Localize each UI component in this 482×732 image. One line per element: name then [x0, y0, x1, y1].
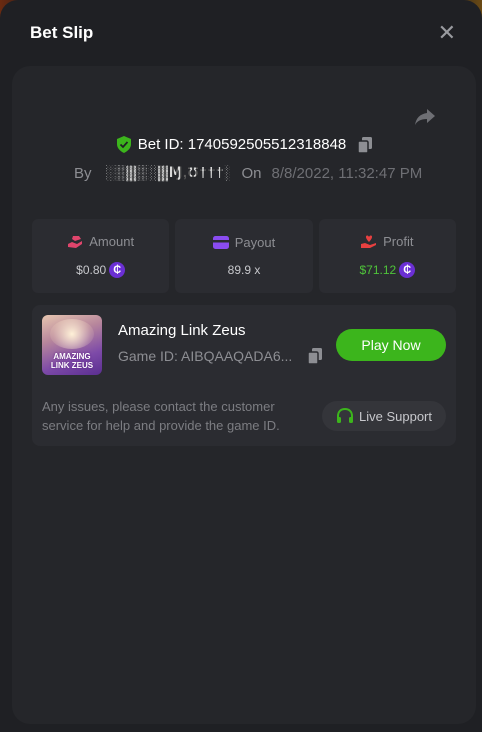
bet-details-panel: Bet ID: 1740592505512318848 By ░▒▓▒░▓Ɱ,Ʊ…: [12, 66, 476, 724]
on-label: On: [241, 164, 262, 182]
game-name: Amazing Link Zeus: [118, 322, 246, 339]
by-label: By: [74, 164, 92, 182]
live-support-label: Live Support: [359, 408, 432, 424]
game-card: AMAZING LINK ZEUS Amazing Link Zeus Game…: [32, 305, 456, 446]
bet-date: 8/8/2022, 11:32:47 PM: [271, 164, 423, 182]
stat-profit: Profit $71.12 ₵: [318, 219, 456, 293]
modal-header: Bet Slip ✕: [0, 0, 482, 66]
live-support-button[interactable]: Live Support: [322, 401, 446, 431]
bet-slip-modal: Bet Slip ✕ Bet ID: 1740592505512318848 B…: [0, 0, 482, 732]
username[interactable]: ░▒▓▒░▓Ɱ,Ʊ†††░▒▓▒: [106, 164, 230, 182]
hand-coin-icon: [68, 235, 83, 248]
modal-title: Bet Slip: [30, 23, 94, 42]
play-now-button[interactable]: Play Now: [336, 329, 446, 361]
stat-payout: Payout 89.9 x: [175, 219, 313, 293]
bet-id-row: Bet ID: 1740592505512318848: [12, 136, 476, 153]
shield-check-icon: [116, 136, 131, 153]
close-icon[interactable]: ✕: [438, 22, 456, 44]
bet-byline: By ░▒▓▒░▓Ɱ,Ʊ†††░▒▓▒ On 8/8/2022, 11:32:4…: [74, 164, 476, 182]
game-id-row: Game ID: AIBQAAQADA6...: [118, 348, 322, 364]
coin-icon: ₵: [399, 262, 416, 278]
share-icon[interactable]: [414, 108, 436, 126]
copy-icon[interactable]: [358, 136, 373, 153]
thumb-title-line2: LINK ZEUS: [50, 361, 94, 370]
card-icon: [212, 236, 229, 249]
copy-icon[interactable]: [308, 348, 322, 364]
thumb-title-line1: AMAZING: [53, 352, 91, 361]
game-thumbnail[interactable]: AMAZING LINK ZEUS: [42, 315, 102, 375]
stat-amount-label: Amount: [89, 234, 135, 249]
coin-icon: ₵: [109, 262, 126, 278]
stat-payout-label: Payout: [234, 235, 276, 250]
stat-payout-value: 89.9 x: [227, 263, 261, 277]
stat-profit-label: Profit: [383, 234, 414, 249]
stat-profit-value: $71.12: [359, 263, 397, 277]
headset-icon: [337, 408, 353, 423]
hand-heart-icon: [361, 234, 377, 248]
game-id: Game ID: AIBQAAQADA6...: [118, 348, 293, 364]
support-message: Any issues, please contact the customer …: [42, 399, 280, 433]
stat-amount-value: $0.80: [76, 263, 107, 277]
bet-id: Bet ID: 1740592505512318848: [137, 136, 347, 153]
bet-stats: Amount $0.80 ₵ Payout 89.9 x Profit $71.…: [32, 219, 456, 293]
stat-amount: Amount $0.80 ₵: [32, 219, 170, 293]
